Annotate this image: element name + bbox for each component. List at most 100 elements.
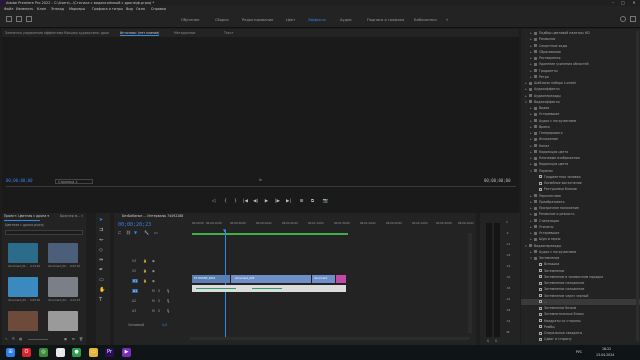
workspaces-more-button[interactable]: » [446, 17, 448, 22]
chevron-right-icon[interactable]: ▸ [524, 80, 528, 86]
workspace-effects[interactable]: Эффекты [308, 18, 326, 22]
chevron-down-icon[interactable]: ▾ [524, 99, 528, 105]
video-clip[interactable]: document_028 [231, 275, 311, 283]
effects-folder[interactable]: ▸ Удаление усиления областей [521, 61, 640, 67]
chevron-right-icon[interactable]: ▸ [529, 61, 533, 67]
effects-item[interactable]: Затемнение наложение [521, 286, 640, 292]
chevron-right-icon[interactable]: ▸ [524, 93, 528, 99]
effects-folder[interactable]: ▸ Градиенты [521, 68, 640, 74]
effects-folder[interactable]: ▾ Затемнение [521, 255, 640, 261]
hand-tool-icon[interactable]: ✋ [99, 287, 105, 293]
selection-tool-icon[interactable]: ➤ [99, 217, 103, 223]
chevron-right-icon[interactable]: ▸ [529, 43, 533, 49]
effects-folder[interactable]: ▸ Размытие и резкость [521, 211, 640, 217]
chevron-right-icon[interactable]: ▸ [529, 218, 533, 224]
video-clip[interactable]: FX DRONE_0001 [192, 275, 230, 283]
overwrite-button[interactable]: ⧉ [309, 199, 316, 205]
settings-wrench-icon[interactable]: ⚙ [259, 178, 262, 182]
timeline-vertical-scrollbar[interactable] [468, 233, 472, 333]
effects-folder[interactable]: ▸ Подбор цветовой палитры HD [521, 30, 640, 36]
effects-folder[interactable]: ▸ Размытие [521, 36, 640, 42]
effects-folder[interactable]: ▸ Ключевые изображения [521, 155, 640, 161]
tab-effect-controls[interactable]: Элементы управления эффектами [5, 31, 63, 35]
workspace-color[interactable]: Цвет [286, 18, 295, 22]
track-label-a2[interactable]: A2 [132, 299, 136, 303]
linked-selection-icon[interactable]: ⛓ [126, 230, 131, 235]
mark-out-button[interactable]: } [232, 199, 239, 205]
work-area-bar[interactable] [192, 233, 348, 235]
chevron-right-icon[interactable]: ▸ [529, 236, 533, 242]
effects-item[interactable]: ... [521, 298, 640, 305]
effects-folder[interactable]: ▸ Шум и зерно [521, 236, 640, 242]
project-more-button[interactable]: » [81, 214, 83, 218]
chevron-down-icon[interactable]: ▾ [524, 243, 528, 249]
project-item-thumbnail-6[interactable] [48, 311, 78, 331]
effects-item[interactable]: Ромбы [521, 324, 640, 330]
app-icon[interactable]: ◎ [39, 348, 48, 357]
tab-text[interactable]: Текст [224, 31, 233, 35]
keyboard-language[interactable]: РУС [576, 350, 582, 354]
chevron-right-icon[interactable]: ▸ [529, 161, 533, 167]
chevron-right-icon[interactable]: ▸ [529, 49, 533, 55]
step-forward-button[interactable]: |▶ [274, 199, 281, 205]
captions-icon[interactable]: ▭ [154, 230, 158, 235]
export-frame-camera-icon[interactable]: 📷 [322, 199, 329, 205]
chevron-right-icon[interactable]: ▸ [524, 86, 528, 92]
go-to-out-button[interactable]: ▶| [285, 199, 292, 205]
project-item-thumbnail-1[interactable] [8, 243, 38, 263]
effects-item[interactable]: Растушевка блоков [521, 186, 640, 192]
effects-item[interactable]: Затемнение через черный [521, 293, 640, 299]
snap-icon[interactable]: ⊏ [118, 230, 121, 235]
menu-window[interactable]: Окно [136, 7, 145, 11]
chevron-right-icon[interactable]: ▸ [529, 155, 533, 161]
effects-folder[interactable]: ▸ Перспектива [521, 193, 640, 199]
chevron-right-icon[interactable]: ▸ [529, 74, 533, 80]
chevron-right-icon[interactable]: ▸ [529, 143, 533, 149]
chevron-down-icon[interactable]: ▾ [529, 255, 533, 261]
tab-media-browser[interactable]: Браузер м... [60, 214, 80, 218]
project-item-thumbnail-3[interactable] [8, 277, 38, 297]
new-item-icon[interactable]: ⊞ [72, 337, 75, 341]
playhead-handle-icon[interactable]: ▼ [223, 228, 226, 233]
slip-tool-icon[interactable]: ⇹ [99, 257, 103, 263]
menu-help[interactable]: Справка [151, 7, 166, 11]
effects-item[interactable]: Затемнение наложение [521, 280, 640, 286]
effects-item[interactable]: Градиентная заливка [521, 174, 640, 180]
microphone-icon[interactable]: 🎙 [166, 289, 170, 293]
insert-button[interactable]: ⊞ [298, 199, 305, 205]
menu-markers[interactable]: Маркеры [69, 7, 85, 11]
chevron-right-icon[interactable]: ▸ [529, 249, 533, 255]
mute-button[interactable]: M [152, 299, 155, 303]
video-clip[interactable] [336, 275, 346, 283]
eye-icon[interactable]: ◉ [152, 279, 155, 283]
effects-folder[interactable]: ▾ Перенос [521, 168, 640, 174]
track-label-v1[interactable]: V1 [132, 279, 139, 283]
tab-project[interactable]: Проект: Цветная с дрона ▾ [4, 214, 49, 218]
project-item-thumbnail-4[interactable] [48, 277, 78, 297]
effects-item[interactable]: Затемнение белым [521, 305, 640, 311]
track-select-tool-icon[interactable]: ⇉ [99, 227, 103, 233]
chevron-right-icon[interactable]: ▸ [529, 118, 533, 124]
chevron-right-icon[interactable]: ▸ [529, 136, 533, 142]
clock-date[interactable]: 13.04.2024 [596, 353, 614, 357]
track-label-v3[interactable]: V3 [132, 259, 136, 263]
lock-icon[interactable]: 🔒 [143, 269, 147, 273]
chevron-right-icon[interactable]: ▸ [529, 193, 533, 199]
export-icon[interactable] [26, 16, 32, 22]
tab-source[interactable]: Источник: (нет клипов) [120, 31, 160, 36]
effects-folder[interactable]: ▸ Коррекция цвета [521, 149, 640, 155]
effects-folder[interactable]: ▸ Искажение [521, 136, 640, 142]
yandex-icon[interactable]: Y [56, 348, 65, 357]
chevron-right-icon[interactable]: ▸ [529, 130, 533, 136]
eye-icon[interactable]: ◉ [152, 259, 155, 263]
solo-right-button[interactable]: S [495, 339, 497, 343]
source-scrub-bar[interactable] [6, 186, 516, 187]
chevron-right-icon[interactable]: ▸ [529, 30, 533, 36]
tab-metadata[interactable]: Метаданные [174, 31, 195, 35]
effects-item[interactable]: Затемнение [521, 268, 640, 274]
effects-folder[interactable]: ▸ Аудио с погружением [521, 118, 640, 124]
workspace-captions[interactable]: Подписи и графика [367, 18, 404, 22]
effects-folder[interactable]: ▸ Коррекция цвета [521, 161, 640, 167]
chevron-right-icon[interactable]: ▸ [529, 111, 533, 117]
menu-view[interactable]: Вид [126, 7, 133, 11]
